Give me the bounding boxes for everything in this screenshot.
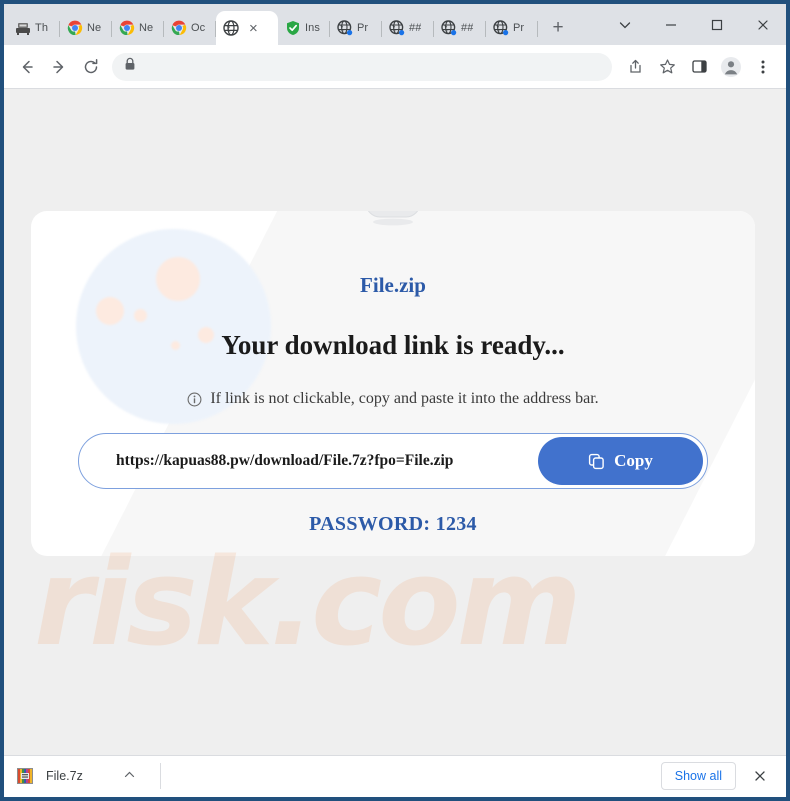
scanner-icon [15,20,31,36]
tab-label: ## [409,22,422,34]
tab-6[interactable]: Pr [330,11,382,45]
profile-avatar[interactable] [716,52,746,82]
card-content: File.zip Your download link is ready... … [31,211,755,536]
globe-dot-icon [337,20,353,36]
download-file-name: File.7z [46,769,83,783]
archive-7z-icon [16,767,34,785]
tab-7[interactable]: ## [382,11,434,45]
download-item[interactable]: File.7z [16,756,150,797]
copy-button-label: Copy [614,451,653,470]
tab-separator [537,21,538,37]
hint-row: If link is not clickable, copy and paste… [31,390,755,408]
tab-close-icon[interactable]: × [249,21,258,36]
share-icon[interactable] [620,52,650,82]
browser-toolbar [4,45,786,89]
tab-search-chevron-icon[interactable] [602,6,648,44]
side-panel-icon[interactable] [684,52,714,82]
tab-label: Oc [191,22,206,34]
info-circle-icon [187,392,202,407]
password-label: PASSWORD: 1234 [309,513,477,535]
globe-dot-icon [389,20,405,36]
tab-0[interactable]: Th [8,11,60,45]
close-button[interactable] [740,6,786,44]
close-shelf-icon[interactable] [746,762,774,790]
browser-window: Th Ne Ne Oc × Ins Pr ## ## Pr + File.zip… [0,0,790,801]
back-button[interactable] [12,52,42,82]
zip-file-icon [358,211,428,229]
copy-icon [588,453,605,470]
lock-icon [124,57,136,76]
copy-button[interactable]: Copy [538,437,703,485]
address-bar[interactable] [112,52,612,81]
tab-active-download-page[interactable]: × [216,11,278,45]
window-controls [602,4,786,45]
tab-label: Th [35,22,49,34]
minimize-button[interactable] [648,6,694,44]
tab-5[interactable]: Ins [278,11,330,45]
tab-8[interactable]: ## [434,11,486,45]
tab-strip: Th Ne Ne Oc × Ins Pr ## ## Pr + [4,4,786,45]
page-viewport: PC [4,89,786,755]
tab-label: Pr [513,22,525,34]
globe-icon [223,20,239,36]
tab-label: Ins [305,22,320,34]
download-link-url[interactable]: https://kapuas88.pw/download/File.7z?fpo… [79,452,538,470]
download-shelf: File.7z Show all [4,755,786,796]
file-name-label: File.zip [360,273,426,297]
tab-3[interactable]: Oc [164,11,216,45]
tab-label: Ne [139,22,154,34]
reload-button[interactable] [76,52,106,82]
tab-label: ## [461,22,474,34]
show-all-downloads-button[interactable]: Show all [660,762,736,790]
tab-label: Pr [357,22,369,34]
page-headline: Your download link is ready... [221,330,565,360]
download-link-field[interactable]: https://kapuas88.pw/download/File.7z?fpo… [78,433,708,489]
chrome-icon [67,20,83,36]
tab-1[interactable]: Ne [60,11,112,45]
green-shield-icon [285,20,301,36]
bookmark-star-icon[interactable] [652,52,682,82]
download-card: File.zip Your download link is ready... … [31,211,755,556]
forward-button[interactable] [44,52,74,82]
hint-text: If link is not clickable, copy and paste… [210,390,599,407]
chrome-icon [171,20,187,36]
shelf-divider [159,763,161,789]
new-tab-button[interactable]: + [544,14,572,42]
watermark-risk: risk.com [34,534,582,673]
tab-9[interactable]: Pr [486,11,538,45]
chrome-icon [119,20,135,36]
tab-2[interactable]: Ne [112,11,164,45]
globe-dot-icon [441,20,457,36]
browser-window-inner: Th Ne Ne Oc × Ins Pr ## ## Pr + File.zip… [4,4,786,797]
maximize-button[interactable] [694,6,740,44]
globe-dot-icon [493,20,509,36]
tab-label: Ne [87,22,102,34]
three-dot-menu-icon[interactable] [748,52,778,82]
chevron-up-icon[interactable] [123,768,136,784]
